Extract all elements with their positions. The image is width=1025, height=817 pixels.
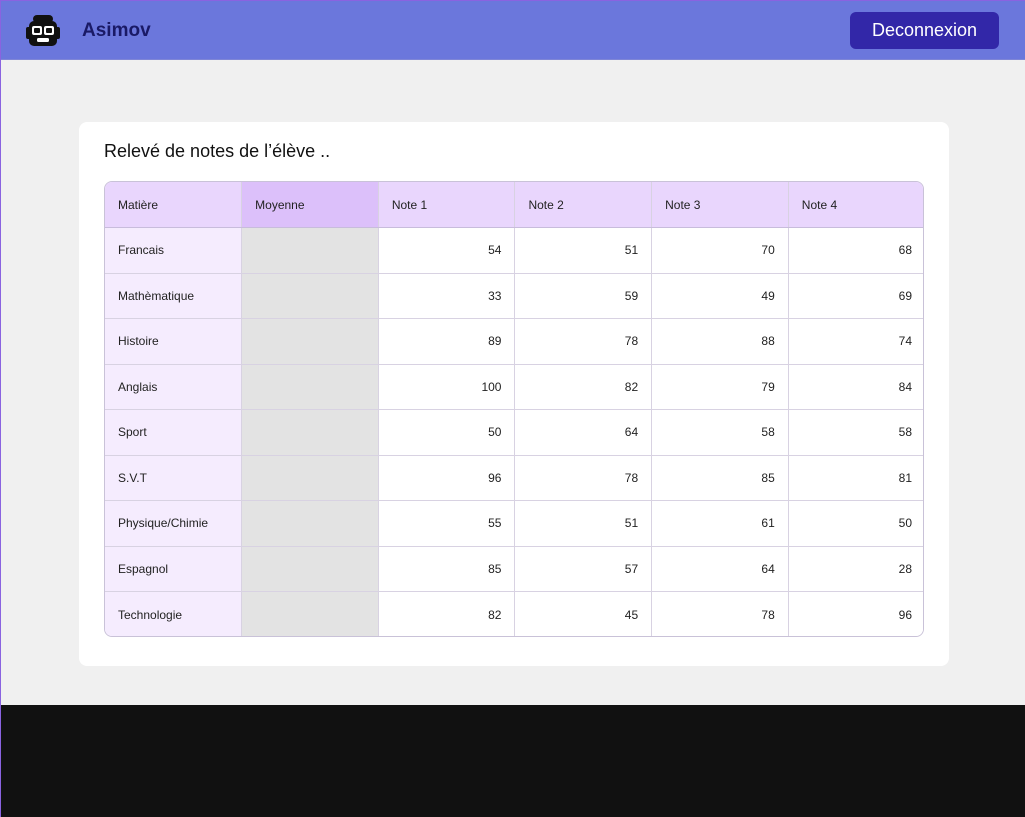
moyenne-cell [241,364,379,410]
grade-cell: 85 [651,455,789,501]
subject-cell: Francais [105,227,243,274]
grade-cell: 58 [651,409,789,456]
subject-cell: Physique/Chimie [105,500,243,547]
page-title: Relevé de notes de l’élève .. [104,141,331,161]
moyenne-cell [241,591,379,636]
header-note-3: Note 3 [651,182,789,228]
moyenne-cell [241,500,379,547]
header-note-4: Note 4 [788,182,923,228]
grade-cell: 96 [378,455,516,501]
grade-cell: 78 [514,455,653,501]
main-content: Relevé de notes de l’élève .. Matière Mo… [1,60,1025,705]
header-note-2: Note 2 [514,182,653,228]
subject-cell: Espagnol [105,546,243,592]
grade-cell: 96 [788,591,923,636]
grade-cell: 70 [651,227,789,274]
header-note-1: Note 1 [378,182,516,228]
table-row: Espagnol 85 57 64 28 [105,546,923,592]
brand-name: Asimov [82,20,151,41]
grade-cell: 28 [788,546,923,592]
header-matiere: Matière [105,182,243,228]
subject-cell: Sport [105,409,243,456]
robot-face-icon[interactable] [24,12,62,50]
grade-cell: 50 [378,409,516,456]
subject-cell: Anglais [105,364,243,410]
grade-cell: 54 [378,227,516,274]
table-row: Sport 50 64 58 58 [105,409,923,456]
grade-cell: 89 [378,318,516,365]
grade-cell: 61 [651,500,789,547]
table-row: Francais 54 51 70 68 [105,227,923,274]
moyenne-cell [241,455,379,501]
grade-cell: 45 [514,591,653,636]
grade-cell: 74 [788,318,923,365]
table-row: Physique/Chimie 55 51 61 50 [105,500,923,547]
subject-cell: Mathèmatique [105,273,243,319]
grade-cell: 81 [788,455,923,501]
grade-cell: 58 [788,409,923,456]
grades-card: Relevé de notes de l’élève .. Matière Mo… [79,122,949,666]
logout-button[interactable]: Deconnexion [850,12,999,49]
grades-table-container: Matière Moyenne Note 1 Note 2 Note 3 Not… [104,181,924,637]
moyenne-cell [241,273,379,319]
grade-cell: 51 [514,227,653,274]
grade-cell: 69 [788,273,923,319]
grade-cell: 82 [378,591,516,636]
header-moyenne: Moyenne [241,182,379,228]
grade-cell: 55 [378,500,516,547]
grade-cell: 79 [651,364,789,410]
grade-cell: 50 [788,500,923,547]
top-header: Asimov Deconnexion [1,0,1025,60]
moyenne-cell [241,227,379,274]
grade-cell: 100 [378,364,516,410]
grade-cell: 68 [788,227,923,274]
footer [1,705,1025,817]
table-row: Technologie 82 45 78 96 [105,591,923,636]
subject-cell: Technologie [105,591,243,636]
subject-cell: Histoire [105,318,243,365]
subject-cell: S.V.T [105,455,243,501]
grade-cell: 64 [514,409,653,456]
grade-cell: 78 [514,318,653,365]
grade-cell: 78 [651,591,789,636]
table-header-row: Matière Moyenne Note 1 Note 2 Note 3 Not… [105,182,923,228]
table-row: Histoire 89 78 88 74 [105,318,923,365]
table-row: S.V.T 96 78 85 81 [105,455,923,501]
grade-cell: 82 [514,364,653,410]
moyenne-cell [241,318,379,365]
grade-cell: 33 [378,273,516,319]
grade-cell: 51 [514,500,653,547]
grade-cell: 59 [514,273,653,319]
grade-cell: 64 [651,546,789,592]
page: Asimov Deconnexion Relevé de notes de l’… [0,0,1025,817]
grade-cell: 85 [378,546,516,592]
grades-table: Matière Moyenne Note 1 Note 2 Note 3 Not… [105,182,923,636]
table-row: Mathèmatique 33 59 49 69 [105,273,923,319]
table-row: Anglais 100 82 79 84 [105,364,923,410]
moyenne-cell [241,546,379,592]
grade-cell: 57 [514,546,653,592]
moyenne-cell [241,409,379,456]
grade-cell: 84 [788,364,923,410]
grade-cell: 88 [651,318,789,365]
grade-cell: 49 [651,273,789,319]
